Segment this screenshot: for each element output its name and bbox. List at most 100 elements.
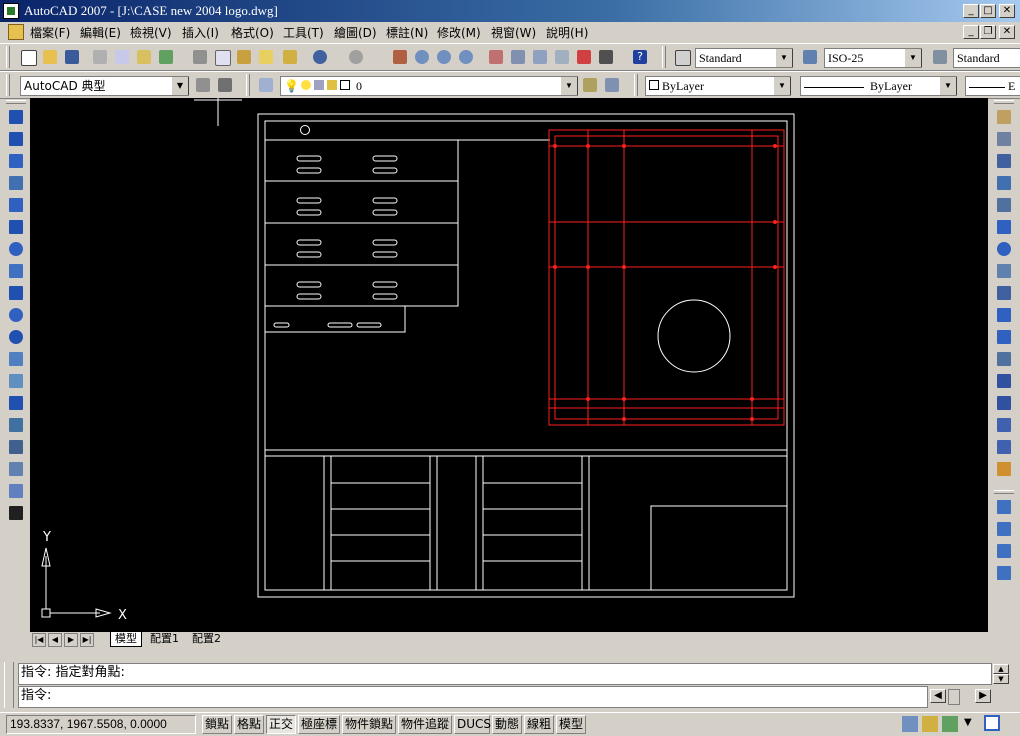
help-icon[interactable]: ? xyxy=(630,47,650,67)
zoom-window-icon[interactable] xyxy=(434,47,454,67)
horizontal-scroll-thumb[interactable] xyxy=(948,689,960,705)
region-icon[interactable] xyxy=(5,458,27,480)
tool-palettes-icon[interactable] xyxy=(530,47,550,67)
send-under-icon[interactable] xyxy=(993,562,1015,584)
lock-toolbar-icon[interactable] xyxy=(922,716,938,732)
break-icon[interactable] xyxy=(993,370,1015,392)
status-toggle-7[interactable]: DUCS xyxy=(454,715,491,734)
scroll-up-icon[interactable]: ▲ xyxy=(993,664,1009,674)
table-style-icon[interactable] xyxy=(930,47,950,67)
doc-minimize-icon[interactable]: _ xyxy=(963,25,979,39)
doc-close-icon[interactable]: ✕ xyxy=(999,25,1015,39)
bring-above-icon[interactable] xyxy=(993,540,1015,562)
menu-dimension[interactable]: 標註(N) xyxy=(386,24,428,41)
break-at-point-icon[interactable] xyxy=(993,348,1015,370)
bring-to-front-icon[interactable] xyxy=(993,496,1015,518)
toolbar-grip[interactable] xyxy=(6,100,26,104)
erase-icon[interactable] xyxy=(993,106,1015,128)
gradient-icon[interactable] xyxy=(5,436,27,458)
trim-icon[interactable] xyxy=(993,304,1015,326)
polyline-icon[interactable] xyxy=(5,150,27,172)
point-icon[interactable] xyxy=(5,392,27,414)
paste-icon[interactable] xyxy=(234,47,254,67)
prev-tab-icon[interactable]: ◀ xyxy=(48,633,62,647)
maximize-icon[interactable]: □ xyxy=(980,4,996,18)
markup-icon[interactable] xyxy=(574,47,594,67)
coordinates-display[interactable]: 193.8337, 1967.5508, 0.0000 xyxy=(6,715,196,734)
workspace-settings-icon[interactable] xyxy=(193,75,213,95)
toolbar-grip[interactable] xyxy=(246,74,250,96)
explode-icon[interactable] xyxy=(993,458,1015,480)
status-toggle-3[interactable]: 正交 xyxy=(266,715,296,734)
menu-file[interactable]: 檔案(F) xyxy=(30,24,70,41)
chevron-down-icon[interactable]: ▼ xyxy=(560,77,578,95)
chevron-down-icon[interactable]: ▼ xyxy=(775,49,793,67)
rotate-icon[interactable] xyxy=(993,238,1015,260)
send-to-back-icon[interactable] xyxy=(993,518,1015,540)
zoom-previous-icon[interactable] xyxy=(456,47,476,67)
cut-icon[interactable] xyxy=(190,47,210,67)
autocad-app-icon[interactable] xyxy=(3,3,19,19)
array-icon[interactable] xyxy=(993,194,1015,216)
open-icon[interactable] xyxy=(40,47,60,67)
minimize-icon[interactable]: _ xyxy=(963,4,979,18)
menu-draw[interactable]: 繪圖(D) xyxy=(334,24,377,41)
polygon-icon[interactable] xyxy=(5,172,27,194)
chevron-down-icon[interactable]: ▼ xyxy=(964,717,972,728)
menu-tools[interactable]: 工具(T) xyxy=(283,24,324,41)
offset-icon[interactable] xyxy=(993,172,1015,194)
menu-help[interactable]: 說明(H) xyxy=(546,24,588,41)
mirror-icon[interactable] xyxy=(993,150,1015,172)
new-icon[interactable] xyxy=(18,47,38,67)
toolbar-grip[interactable] xyxy=(994,100,1014,104)
command-prompt-input[interactable]: 指令: xyxy=(18,686,928,708)
layer-manager-icon[interactable] xyxy=(256,75,276,95)
layer-select[interactable]: 💡 0 ▼ xyxy=(280,76,578,96)
publish-icon[interactable] xyxy=(134,47,154,67)
3d-dwf-icon[interactable] xyxy=(156,47,176,67)
plot-preview-icon[interactable] xyxy=(112,47,132,67)
toolbar-grip[interactable] xyxy=(6,46,10,68)
annotation-icon[interactable] xyxy=(942,716,958,732)
fillet-icon[interactable] xyxy=(993,436,1015,458)
join-icon[interactable] xyxy=(993,392,1015,414)
tab-layout2[interactable]: 配置2 xyxy=(188,632,225,647)
status-toggle-2[interactable]: 格點 xyxy=(234,715,264,734)
redo-icon[interactable] xyxy=(346,47,366,67)
doc-restore-icon[interactable]: ❐ xyxy=(980,25,996,39)
workspace-select[interactable]: AutoCAD 典型 ▼ xyxy=(20,76,189,96)
properties-icon[interactable] xyxy=(486,47,506,67)
layer-previous-icon[interactable] xyxy=(602,75,622,95)
close-icon[interactable]: ✕ xyxy=(999,4,1015,18)
calculator-icon[interactable] xyxy=(596,47,616,67)
menu-modify[interactable]: 修改(M) xyxy=(437,24,481,41)
undo-icon[interactable] xyxy=(310,47,330,67)
menu-view[interactable]: 檢視(V) xyxy=(130,24,172,41)
text-style-icon[interactable] xyxy=(672,47,692,67)
scale-icon[interactable] xyxy=(993,260,1015,282)
tab-layout1[interactable]: 配置1 xyxy=(146,632,183,647)
status-toggle-10[interactable]: 模型 xyxy=(556,715,586,734)
zoom-realtime-icon[interactable] xyxy=(412,47,432,67)
status-toggle-6[interactable]: 物件追蹤 xyxy=(398,715,452,734)
spline-icon[interactable] xyxy=(5,282,27,304)
next-tab-icon[interactable]: ▶ xyxy=(64,633,78,647)
communication-center-icon[interactable] xyxy=(902,716,918,732)
chevron-down-icon[interactable]: ▼ xyxy=(904,49,922,67)
extend-icon[interactable] xyxy=(993,326,1015,348)
workspace-save-icon[interactable] xyxy=(215,75,235,95)
menu-edit[interactable]: 編輯(E) xyxy=(80,24,121,41)
design-center-icon[interactable] xyxy=(508,47,528,67)
hatch-icon[interactable] xyxy=(5,414,27,436)
toolbar-grip[interactable] xyxy=(994,490,1014,494)
ellipse-arc-icon[interactable] xyxy=(5,326,27,348)
clean-screen-icon[interactable] xyxy=(984,715,1000,731)
table-icon[interactable] xyxy=(5,480,27,502)
make-block-icon[interactable] xyxy=(5,370,27,392)
multiline-text-icon[interactable] xyxy=(5,502,27,524)
table-style-select[interactable]: Standard xyxy=(953,48,1020,68)
pan-icon[interactable] xyxy=(390,47,410,67)
status-toggle-8[interactable]: 動態 xyxy=(492,715,522,734)
stretch-icon[interactable] xyxy=(993,282,1015,304)
toolbar-grip[interactable] xyxy=(6,74,10,96)
